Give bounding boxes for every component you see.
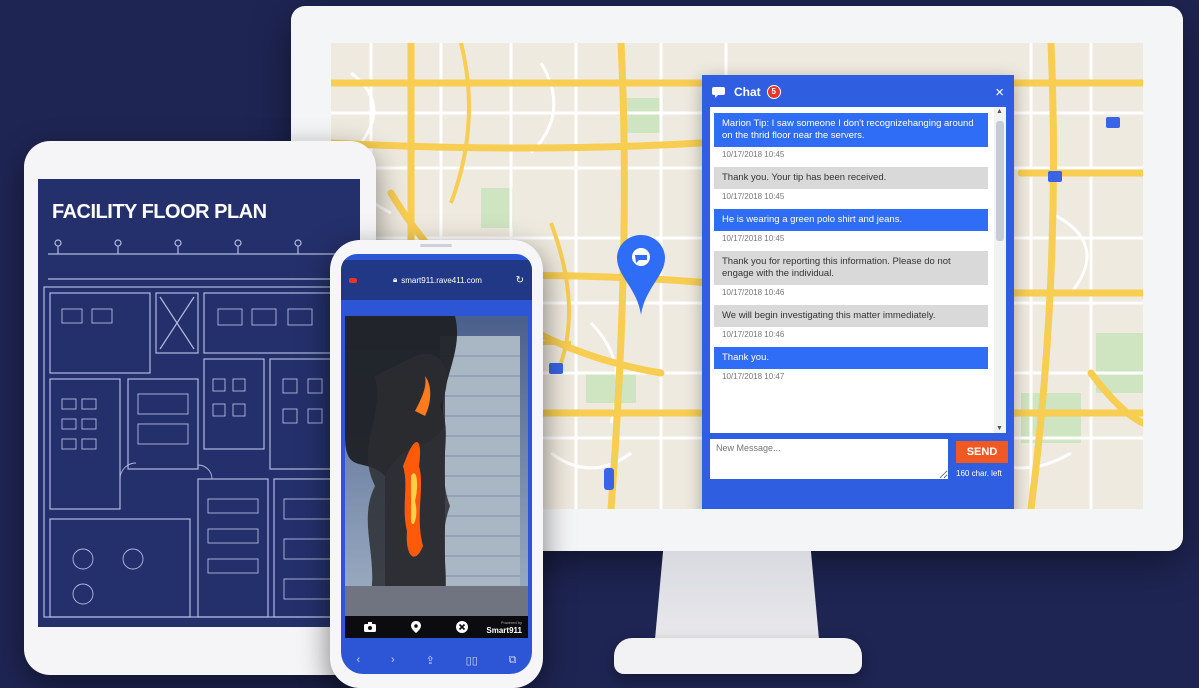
message-text: He is wearing a green polo shirt and jea… [714, 209, 988, 231]
url-text: smart911.rave411.com [401, 275, 482, 285]
share-icon[interactable]: ⇪ [426, 654, 435, 667]
camera-icon[interactable] [363, 621, 377, 633]
char-counter: 160 char. left [956, 469, 1002, 478]
scroll-up-icon[interactable]: ▲ [996, 108, 1003, 115]
chat-scrollbar[interactable]: ▲ ▼ [994, 107, 1006, 433]
scroll-down-icon[interactable]: ▼ [996, 425, 1003, 432]
scroll-thumb[interactable] [996, 121, 1004, 241]
lock-icon: 🔒︎ [393, 275, 398, 284]
message-list: Marion Tip: I saw someone I don't recogn… [714, 113, 988, 389]
message-timestamp: 10/17/2018 10:46 [722, 288, 785, 297]
tablet-device: FACILITY FLOOR PLAN [24, 141, 376, 675]
chat-footer: SEND 160 char. left [710, 439, 1010, 484]
forward-icon[interactable]: › [391, 654, 395, 666]
phone-screen: 🔒︎ smart911.rave411.com ↻ Powered by Sma… [341, 254, 532, 674]
phone-speaker [420, 244, 452, 247]
send-button[interactable]: SEND [956, 441, 1008, 463]
cancel-icon[interactable] [455, 621, 469, 633]
monitor-base [614, 638, 862, 674]
book-icon[interactable]: ▯▯ [466, 654, 478, 667]
chat-bubble-icon [712, 86, 725, 98]
location-pin-icon[interactable] [409, 621, 423, 633]
report-toolbar: Powered by Smart911 [345, 616, 528, 638]
chat-message-agent: We will begin investigating this matter … [714, 305, 988, 347]
message-timestamp: 10/17/2018 10:45 [722, 150, 785, 159]
browser-bottom-bar: ‹ › ⇪ ▯▯ ⧉ [341, 646, 532, 674]
powered-by-logo: Powered by Smart911 [486, 620, 522, 635]
message-timestamp: 10/17/2018 10:47 [722, 372, 785, 381]
chat-header: Chat 5 × [704, 77, 1012, 107]
message-timestamp: 10/17/2018 10:45 [722, 192, 785, 201]
back-icon[interactable]: ‹ [356, 654, 360, 666]
recording-icon [349, 277, 357, 283]
browser-url-bar[interactable]: 🔒︎ smart911.rave411.com ↻ [341, 260, 532, 300]
blueprint-drawing [43, 239, 350, 618]
reload-icon[interactable]: ↻ [516, 275, 524, 286]
chat-message-user: Marion Tip: I saw someone I don't recogn… [714, 113, 988, 167]
message-text: Marion Tip: I saw someone I don't recogn… [714, 113, 988, 147]
close-icon[interactable]: × [995, 84, 1004, 101]
chat-message-agent: Thank you. Your tip has been received. 10… [714, 167, 988, 209]
chat-window: Chat 5 × Marion Tip: I saw someone I don… [702, 75, 1014, 509]
chat-messages[interactable]: Marion Tip: I saw someone I don't recogn… [710, 107, 1006, 433]
message-text: Thank you for reporting this information… [714, 251, 988, 285]
chat-message-user: He is wearing a green polo shirt and jea… [714, 209, 988, 251]
message-timestamp: 10/17/2018 10:46 [722, 330, 785, 339]
unread-badge: 5 [766, 85, 781, 99]
message-text: Thank you. Your tip has been received. [714, 167, 988, 189]
message-text: We will begin investigating this matter … [714, 305, 988, 327]
building-fire-photo [345, 316, 528, 616]
message-text: Thank you. [714, 347, 988, 369]
message-timestamp: 10/17/2018 10:45 [722, 234, 785, 243]
phone-device: 🔒︎ smart911.rave411.com ↻ Powered by Sma… [330, 240, 543, 688]
chat-message-agent: Thank you for reporting this information… [714, 251, 988, 305]
floor-plan-view[interactable]: FACILITY FLOOR PLAN [38, 179, 360, 627]
chat-message-user: Thank you. 10/17/2018 10:47 [714, 347, 988, 389]
new-message-input[interactable] [710, 439, 948, 479]
chat-title: Chat [734, 85, 761, 99]
tabs-icon[interactable]: ⧉ [509, 654, 517, 667]
